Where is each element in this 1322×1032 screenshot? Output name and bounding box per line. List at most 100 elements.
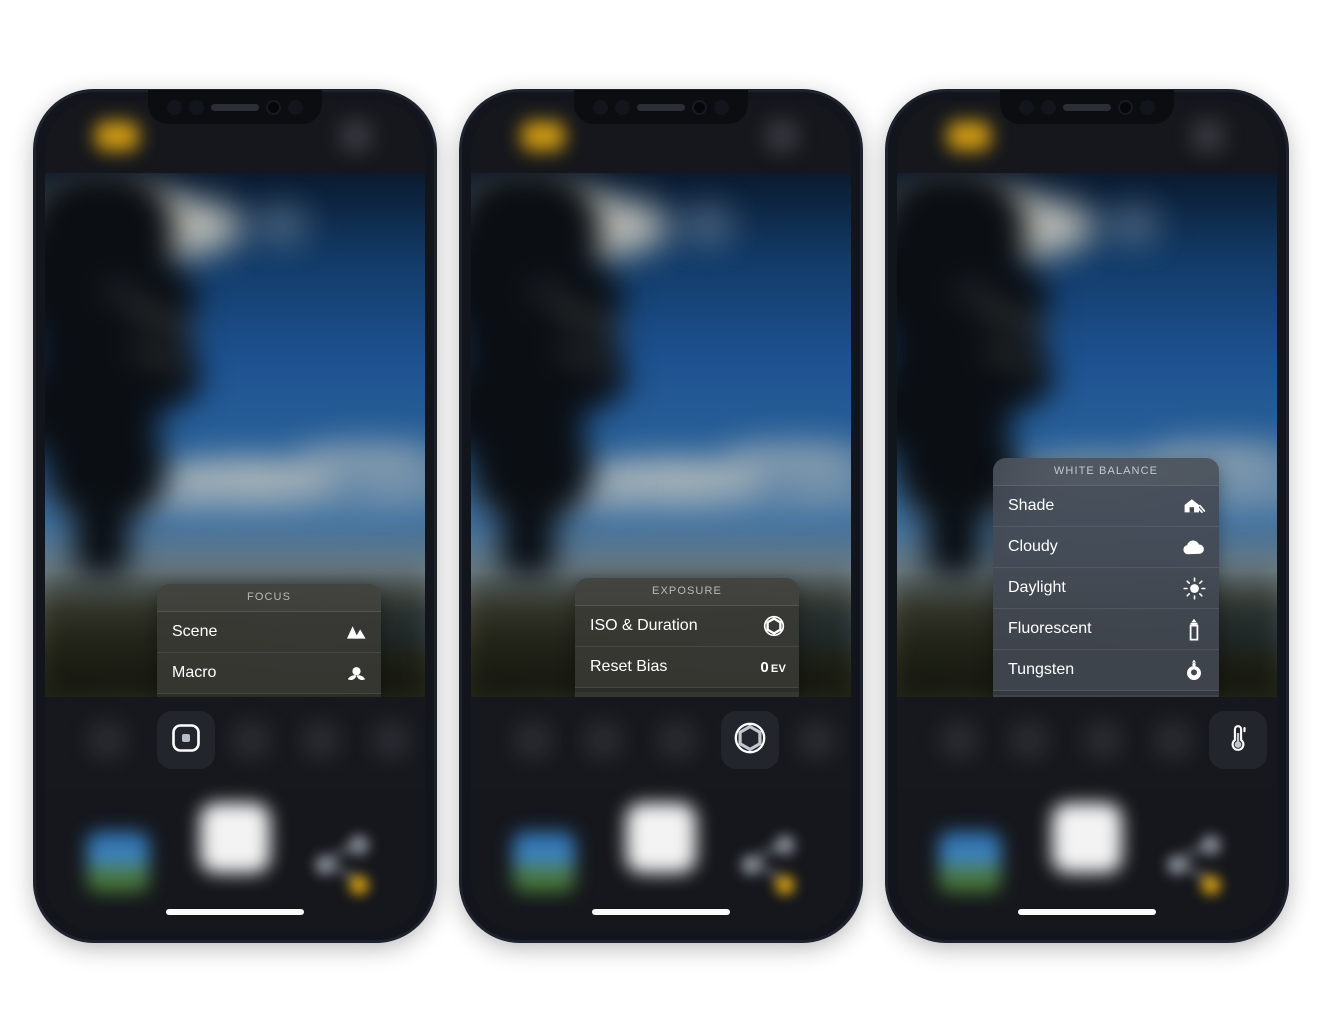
- menu-item-label: Macro: [172, 664, 217, 681]
- mode-toolbar: [471, 697, 851, 789]
- mode-toolbar: [45, 697, 425, 789]
- cloud: [687, 201, 727, 247]
- menu-item-label: Cloudy: [1008, 538, 1058, 555]
- phone-exposure: EXPOSURE ISO & Duration Reset Bias 0 EV: [462, 90, 860, 940]
- toolbar-slot-3[interactable]: [1083, 720, 1123, 760]
- menu-item-lock-white-balance[interactable]: Lock White Balance: [993, 691, 1219, 697]
- menu-item-reset-bias[interactable]: Reset Bias 0 EV: [575, 647, 799, 688]
- cloud: [261, 201, 301, 247]
- white-balance-menu: WHITE BALANCE Shade Cloudy Daylight Fluo…: [993, 458, 1219, 697]
- speaker-grille: [1063, 103, 1111, 111]
- menu-item-label: Scene: [172, 623, 218, 640]
- viewfinder[interactable]: WHITE BALANCE Shade Cloudy Daylight Fluo…: [897, 173, 1277, 697]
- toolbar-slot-1[interactable]: [87, 720, 127, 760]
- menu-item-label: Shade: [1008, 497, 1055, 514]
- fluorescent-tube-icon: [1182, 617, 1206, 641]
- white-balance-menu-title: WHITE BALANCE: [993, 458, 1219, 486]
- phone-focus: FOCUS Scene Macro: [36, 90, 434, 940]
- flash-icon[interactable]: [947, 121, 991, 151]
- sun-icon: [1182, 576, 1206, 600]
- focus-menu-title: FOCUS: [157, 584, 381, 612]
- toolbar-slot-5-white-balance[interactable]: [1209, 711, 1267, 769]
- menu-item-label: Fluorescent: [1008, 620, 1092, 637]
- aperture-icon: [733, 721, 767, 760]
- menu-item-daylight[interactable]: Daylight: [993, 568, 1219, 609]
- menu-item-lock-exposure[interactable]: Lock Exposure: [575, 688, 799, 697]
- focus-menu: FOCUS Scene Macro: [157, 584, 381, 697]
- exposure-bias-unit: EV: [770, 662, 786, 675]
- macro-flower-icon: [344, 661, 368, 685]
- notch: [148, 90, 322, 124]
- settings-icon[interactable]: [765, 119, 799, 153]
- toolbar-slot-2-focus[interactable]: [157, 711, 215, 769]
- bottom-bar: [471, 789, 851, 931]
- toolbar-slot-5[interactable]: [371, 720, 411, 760]
- toolbar-slot-4[interactable]: [1153, 720, 1193, 760]
- menu-item-shade[interactable]: Shade: [993, 486, 1219, 527]
- toolbar-slot-3[interactable]: [231, 720, 271, 760]
- camera-app-screen: EXPOSURE ISO & Duration Reset Bias 0 EV: [471, 101, 851, 931]
- flash-icon[interactable]: [95, 121, 139, 151]
- toolbar-slot-1[interactable]: [513, 720, 553, 760]
- menu-item-cloudy[interactable]: Cloudy: [993, 527, 1219, 568]
- phone-screen-white-balance: WHITE BALANCE Shade Cloudy Daylight Fluo…: [897, 101, 1277, 931]
- share-icon[interactable]: [315, 835, 387, 895]
- exposure-menu: EXPOSURE ISO & Duration Reset Bias 0 EV: [575, 578, 799, 697]
- camera-app-screen: WHITE BALANCE Shade Cloudy Daylight Fluo…: [897, 101, 1277, 931]
- cloud-icon: [1182, 535, 1206, 559]
- toolbar-slot-1[interactable]: [939, 720, 979, 760]
- menu-item-fluorescent[interactable]: Fluorescent: [993, 609, 1219, 650]
- speaker-grille: [637, 103, 685, 111]
- house-shade-icon: [1182, 494, 1206, 518]
- exposure-menu-title: EXPOSURE: [575, 578, 799, 606]
- phone-white-balance: WHITE BALANCE Shade Cloudy Daylight Fluo…: [888, 90, 1286, 940]
- toolbar-slot-4-exposure[interactable]: [721, 711, 779, 769]
- settings-icon[interactable]: [1191, 119, 1225, 153]
- menu-item-macro[interactable]: Macro: [157, 653, 381, 694]
- home-indicator[interactable]: [166, 909, 304, 915]
- share-icon[interactable]: [741, 835, 813, 895]
- toolbar-slot-2[interactable]: [583, 720, 623, 760]
- aperture-icon: [762, 614, 786, 638]
- photo-thumbnail[interactable]: [513, 831, 575, 893]
- menu-item-iso-duration[interactable]: ISO & Duration: [575, 606, 799, 647]
- bottom-bar: [897, 789, 1277, 931]
- notch: [1000, 90, 1174, 124]
- settings-icon[interactable]: [339, 119, 373, 153]
- front-camera-icon: [266, 99, 281, 115]
- toolbar-slot-3[interactable]: [657, 720, 697, 760]
- mountains-icon: [344, 620, 368, 644]
- toolbar-slot-2[interactable]: [1009, 720, 1049, 760]
- photo-thumbnail[interactable]: [87, 831, 149, 893]
- shutter-button[interactable]: [1052, 803, 1122, 873]
- front-camera-icon: [1118, 99, 1133, 115]
- viewfinder[interactable]: EXPOSURE ISO & Duration Reset Bias 0 EV: [471, 173, 851, 697]
- toolbar-slot-5[interactable]: [797, 720, 837, 760]
- front-camera-icon: [692, 99, 707, 115]
- mode-toolbar: [897, 697, 1277, 789]
- lightbulb-icon: [1182, 658, 1206, 682]
- menu-item-label: ISO & Duration: [590, 617, 698, 634]
- cloud: [1113, 201, 1153, 247]
- thermometer-icon: [1223, 722, 1253, 759]
- toolbar-slot-4[interactable]: [301, 720, 341, 760]
- speaker-grille: [211, 103, 259, 111]
- phone-gallery: FOCUS Scene Macro EXPOSURE ISO & Duratio…: [0, 0, 1322, 1032]
- camera-app-screen: FOCUS Scene Macro: [45, 101, 425, 931]
- shutter-button[interactable]: [200, 803, 270, 873]
- photo-thumbnail[interactable]: [939, 831, 1001, 893]
- home-indicator[interactable]: [592, 909, 730, 915]
- share-icon[interactable]: [1167, 835, 1239, 895]
- menu-item-lock-focus[interactable]: Lock Focus: [157, 694, 381, 697]
- menu-item-scene[interactable]: Scene: [157, 612, 381, 653]
- home-indicator[interactable]: [1018, 909, 1156, 915]
- phone-screen-focus: FOCUS Scene Macro: [45, 101, 425, 931]
- tree-silhouette: [45, 173, 235, 577]
- flash-icon[interactable]: [521, 121, 565, 151]
- menu-item-tungsten[interactable]: Tungsten: [993, 650, 1219, 691]
- menu-item-label: Tungsten: [1008, 661, 1075, 678]
- shutter-button[interactable]: [626, 803, 696, 873]
- exposure-bias-value: 0 EV: [760, 658, 786, 676]
- viewfinder[interactable]: FOCUS Scene Macro: [45, 173, 425, 697]
- menu-item-label: Reset Bias: [590, 658, 668, 675]
